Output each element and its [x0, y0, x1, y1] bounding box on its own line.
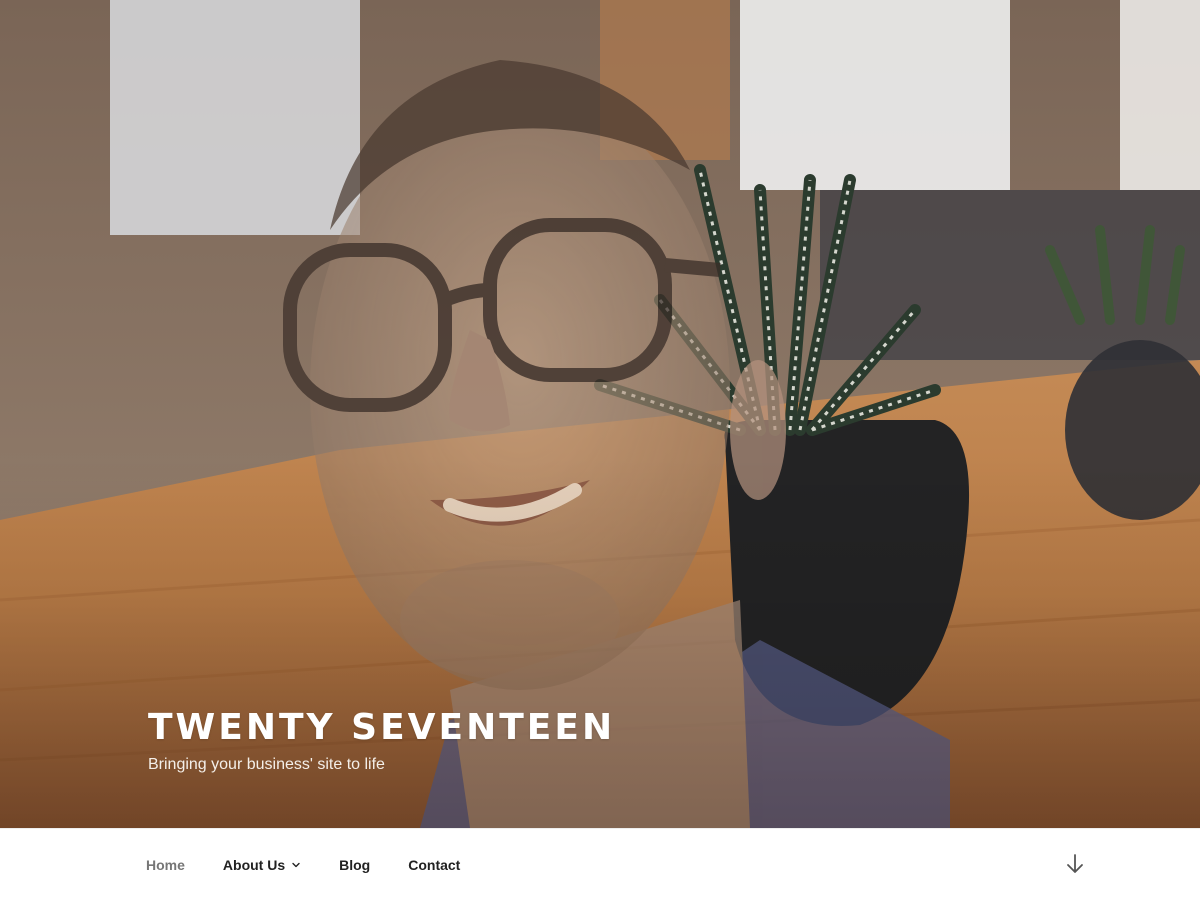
nav-item-label[interactable]: Home [146, 857, 185, 873]
nav-menu: Home About Us Blog Contact [146, 829, 498, 900]
nav-item-home[interactable]: Home [146, 857, 185, 873]
header-hero: TWENTY SEVENTEEN Bringing your business'… [0, 0, 1200, 828]
site-tagline: Bringing your business' site to life [148, 755, 385, 773]
chevron-down-icon[interactable] [291, 860, 301, 870]
main-navigation: Home About Us Blog Contact [0, 828, 1200, 900]
nav-item-label[interactable]: About Us [223, 857, 285, 873]
header-image [0, 0, 1200, 828]
page: TWENTY SEVENTEEN Bringing your business'… [0, 0, 1200, 900]
nav-item-label[interactable]: Blog [339, 857, 370, 873]
site-title[interactable]: TWENTY SEVENTEEN [148, 708, 615, 748]
nav-item-blog[interactable]: Blog [339, 857, 370, 873]
nav-item-label[interactable]: Contact [408, 857, 460, 873]
nav-item-contact[interactable]: Contact [408, 857, 460, 873]
arrow-down-icon[interactable] [1062, 851, 1088, 877]
site-branding: TWENTY SEVENTEEN Bringing your business'… [148, 708, 615, 774]
nav-item-about-us[interactable]: About Us [223, 857, 301, 873]
